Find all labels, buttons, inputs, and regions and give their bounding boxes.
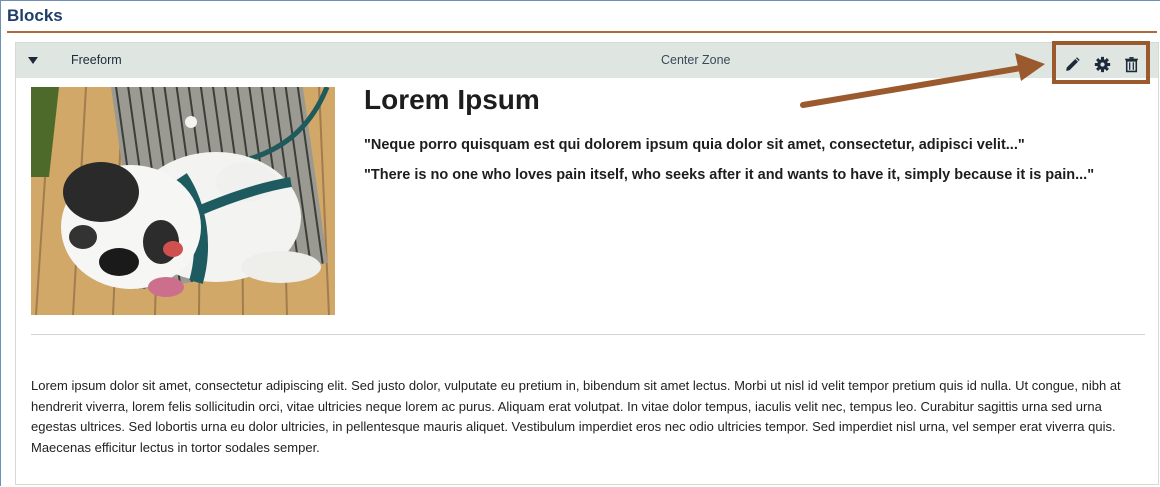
heading-divider [7,31,1157,33]
content-divider [31,334,1145,335]
body-paragraph: Lorem ipsum dolor sit amet, consectetur … [31,378,1121,455]
blocks-panel: Blocks Freeform Center Zone Lorem Ipsum … [0,0,1160,486]
trash-icon [1124,56,1138,72]
gear-icon [1094,56,1110,72]
zone-label: Center Zone [661,53,731,67]
quote-1: "Neque porro quisquam est qui dolorem ip… [364,137,1025,153]
block-actions-highlight [1052,41,1150,84]
dog-photo [31,87,335,315]
content-title: Lorem Ipsum [364,84,540,115]
block-name: Freeform [71,53,122,67]
freeform-block: Freeform Center Zone Lorem Ipsum "Neque … [15,41,1159,485]
settings-button[interactable] [1091,53,1113,75]
delete-button[interactable] [1120,53,1142,75]
pencil-icon [1065,56,1080,71]
edit-button[interactable] [1061,53,1083,75]
block-header: Freeform Center Zone [16,41,1158,84]
caret-down-icon[interactable] [28,57,38,64]
quote-2: "There is no one who loves pain itself, … [364,167,1095,183]
page-title: Blocks [7,6,63,25]
